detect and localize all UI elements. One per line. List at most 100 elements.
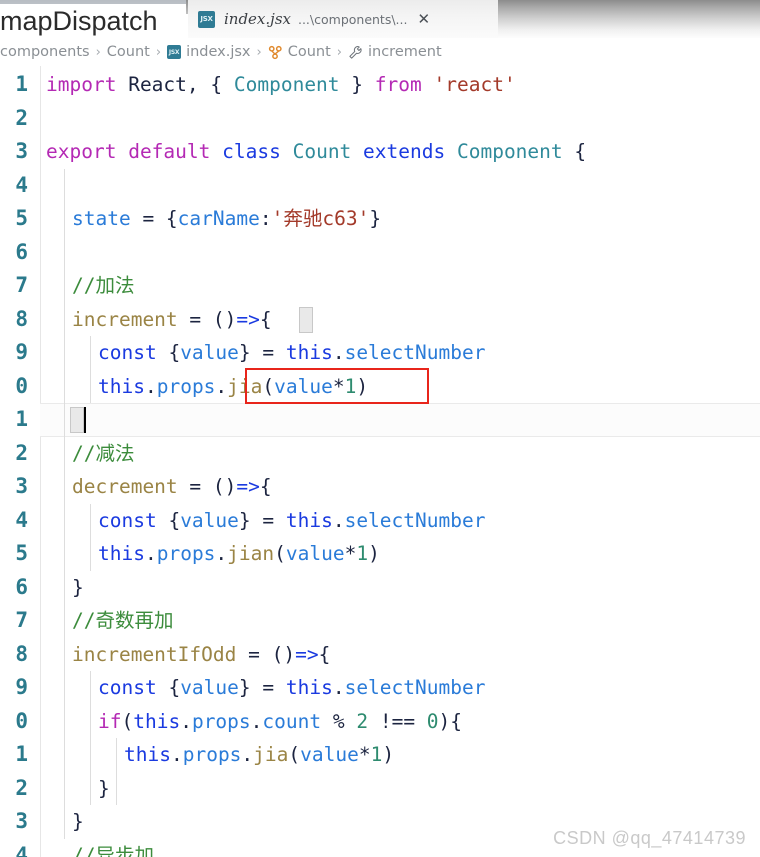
code-token: = xyxy=(177,475,213,498)
code-token: state xyxy=(72,207,131,230)
code-token: //奇数再加 xyxy=(72,609,174,632)
code-token: props xyxy=(156,542,216,565)
breadcrumb-separator: › xyxy=(95,44,101,60)
breadcrumb-label: components xyxy=(0,44,90,60)
code-token: incrementIfOdd xyxy=(72,642,237,666)
code-token: value xyxy=(300,743,359,766)
code-line[interactable]: this.props.jian(value*1) xyxy=(98,537,380,571)
breadcrumb-item-count-folder[interactable]: Count xyxy=(107,44,150,60)
line-number: 5 xyxy=(15,541,28,565)
code-editor[interactable]: 123456789012345678901234 import React, {… xyxy=(0,66,760,857)
code-token: } xyxy=(369,207,382,230)
code-token: value xyxy=(285,542,345,565)
code-token: . xyxy=(332,676,345,699)
watermark: CSDN @qq_47414739 xyxy=(553,828,746,848)
code-token: value xyxy=(180,676,239,699)
code-token: . xyxy=(144,374,157,398)
breadcrumb-item-index-jsx[interactable]: JSX index.jsx xyxy=(167,44,251,60)
code-line[interactable]: incrementIfOdd = ()=>{ xyxy=(72,638,330,672)
code-token: import xyxy=(46,73,117,96)
code-line[interactable]: //奇数再加 xyxy=(72,604,173,638)
code-token: => xyxy=(295,642,319,666)
code-token: { xyxy=(259,475,272,498)
line-number: 8 xyxy=(15,306,28,331)
code-token: { xyxy=(156,508,181,532)
code-line[interactable]: //减法 xyxy=(72,437,134,471)
code-line[interactable]: state = {carName:'奔驰c63'} xyxy=(72,202,381,236)
code-line[interactable]: export default class Count extends Compo… xyxy=(46,135,586,169)
code-token: } xyxy=(98,776,110,800)
line-number: 6 xyxy=(15,574,28,599)
breadcrumb-separator: › xyxy=(256,44,262,60)
code-line[interactable]: const {value} = this.selectNumber xyxy=(98,336,485,370)
indent-guide xyxy=(90,336,91,403)
close-icon[interactable]: ✕ xyxy=(417,11,430,27)
code-token: React xyxy=(128,73,187,96)
code-token: } = xyxy=(238,508,286,532)
indent-guide xyxy=(64,168,65,839)
code-token: '奔驰c63' xyxy=(271,207,370,230)
breadcrumb-item-components[interactable]: components xyxy=(0,44,90,60)
breadcrumb-label: Count xyxy=(287,44,331,60)
line-number: 2 xyxy=(15,775,28,800)
code-token: { xyxy=(562,140,587,163)
breadcrumb-label: index.jsx xyxy=(186,44,251,60)
code-token: ) xyxy=(368,542,380,565)
bracket-match-open xyxy=(299,306,313,333)
breadcrumb-item-count-class[interactable]: Count xyxy=(268,44,331,60)
code-token: from xyxy=(374,73,422,96)
code-token: value xyxy=(180,341,239,364)
code-token: this xyxy=(285,508,333,532)
code-line[interactable]: //加法 xyxy=(72,269,134,303)
current-line-highlight xyxy=(40,403,760,437)
code-token: . xyxy=(144,542,157,565)
code-token: => xyxy=(236,307,260,331)
code-token: selectNumber xyxy=(344,676,486,699)
code-token: : xyxy=(259,207,272,230)
tab-index-jsx-components[interactable]: JSX index.jsx ...\components\... ✕ xyxy=(188,0,498,38)
line-number: 7 xyxy=(15,608,28,632)
code-token: () xyxy=(271,642,296,666)
code-line[interactable]: increment = ()=>{ xyxy=(72,303,272,337)
code-line[interactable]: if(this.props.count % 2 !== 0){ xyxy=(98,705,462,739)
gutter-divider xyxy=(40,66,41,857)
jsx-file-icon: JSX xyxy=(167,45,182,59)
line-number: 1 xyxy=(15,72,28,96)
indent-guide xyxy=(90,503,91,571)
line-number: 1 xyxy=(15,742,28,766)
code-token: 1 xyxy=(356,542,369,565)
code-token: 0 xyxy=(426,709,439,733)
code-token: ( xyxy=(121,709,134,733)
code-line[interactable]: const {value} = this.selectNumber xyxy=(98,504,485,538)
code-line[interactable]: this.props.jia(value*1) xyxy=(124,738,394,772)
line-number: 4 xyxy=(15,507,28,532)
code-token: = xyxy=(236,642,272,666)
breadcrumb-item-increment-method[interactable]: increment xyxy=(348,44,442,60)
code-token: jian xyxy=(227,542,275,565)
breadcrumb-separator: › xyxy=(155,44,162,60)
code-line[interactable]: //异步加 xyxy=(72,839,154,857)
breadcrumb-label: increment xyxy=(367,44,442,60)
code-token: props xyxy=(191,709,251,733)
code-line[interactable]: } xyxy=(72,571,84,605)
code-line[interactable]: import React, { Component } from 'react' xyxy=(46,68,516,102)
line-number: 4 xyxy=(15,172,28,197)
code-line[interactable]: const {value} = this.selectNumber xyxy=(98,671,485,705)
code-token: } xyxy=(72,575,84,599)
code-token: , { xyxy=(186,73,234,96)
code-token: 2 xyxy=(356,709,369,733)
code-token: this xyxy=(133,709,181,733)
code-token: const xyxy=(98,341,157,364)
code-line[interactable]: } xyxy=(72,805,84,839)
code-line[interactable]: this.props.jia(value*1) xyxy=(98,370,368,404)
code-token: ( xyxy=(274,542,286,565)
code-line[interactable]: decrement = ()=>{ xyxy=(72,470,272,504)
indent-guide xyxy=(90,671,91,805)
breadcrumb-label: Count xyxy=(106,44,150,60)
code-token: } = xyxy=(238,341,286,364)
code-line[interactable]: } xyxy=(98,772,110,806)
code-token: . xyxy=(215,542,228,565)
